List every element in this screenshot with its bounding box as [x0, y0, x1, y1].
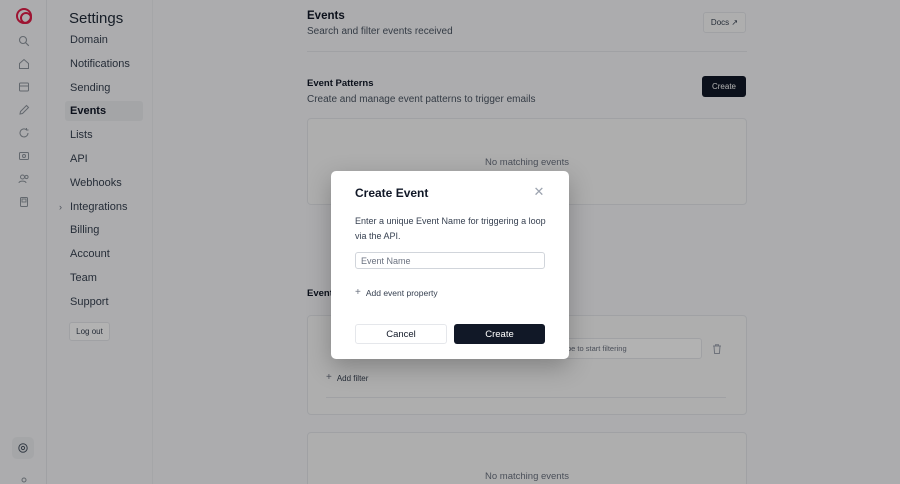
- modal-description: Enter a unique Event Name for triggering…: [355, 216, 546, 241]
- create-event-modal: Create Event ✕ Enter a unique Event Name…: [331, 171, 569, 359]
- close-icon[interactable]: ✕: [533, 185, 545, 198]
- create-button[interactable]: Create: [454, 324, 545, 344]
- modal-title: Create Event: [355, 186, 429, 200]
- plus-icon: +: [355, 287, 361, 298]
- add-event-property-label: Add event property: [365, 288, 438, 298]
- event-name-input[interactable]: [355, 252, 545, 269]
- add-event-property-button[interactable]: + Add event property: [355, 287, 438, 299]
- cancel-button[interactable]: Cancel: [355, 324, 447, 344]
